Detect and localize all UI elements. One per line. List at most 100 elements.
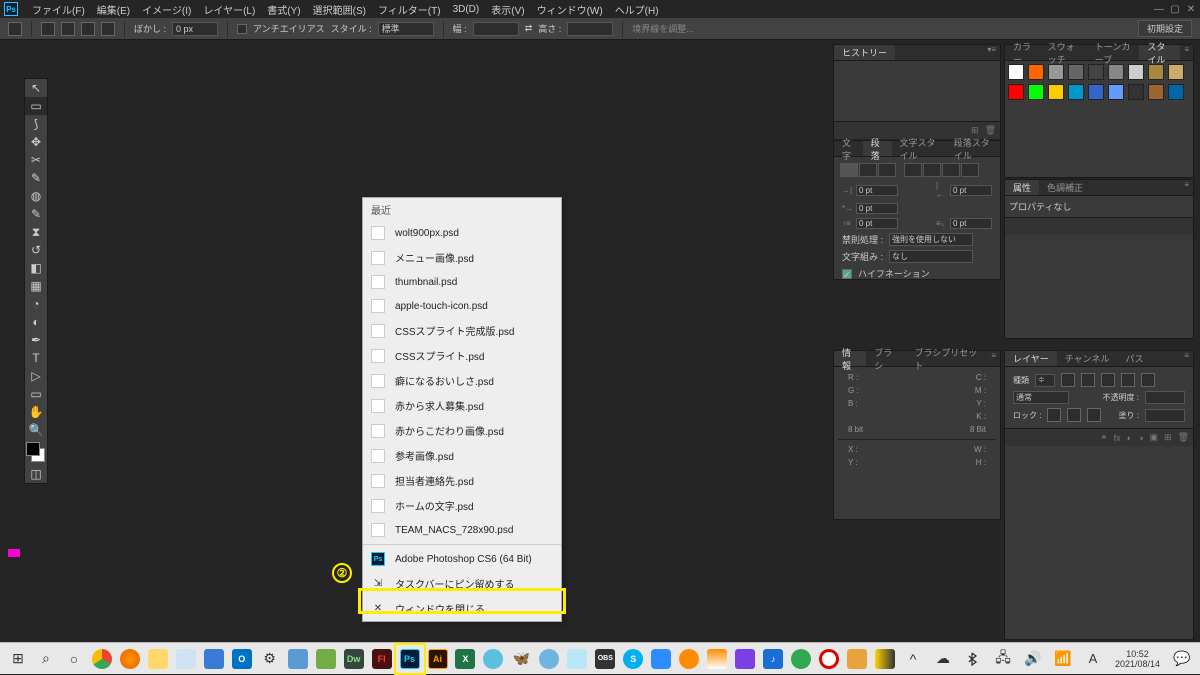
align-center-button[interactable] [859, 163, 877, 177]
layer-fx-icon[interactable]: fx [1114, 433, 1121, 443]
foreground-color-swatch[interactable] [26, 442, 40, 456]
obs-icon[interactable]: OBS [591, 645, 619, 673]
pen-tool[interactable]: ✒ [25, 331, 47, 349]
style-swatch[interactable] [1108, 84, 1124, 100]
photos-icon[interactable] [200, 645, 228, 673]
blur-tool[interactable]: ◔ [25, 295, 47, 313]
layer-link-icon[interactable]: ⚭ [1100, 432, 1108, 443]
swatches-tab[interactable]: スウォッチ [1040, 45, 1087, 60]
outlook-icon[interactable]: O [228, 645, 256, 673]
jump-list-file-item[interactable]: thumbnail.psd [363, 270, 561, 294]
excel-icon[interactable]: X [452, 645, 480, 673]
filter-pixel-icon[interactable] [1061, 373, 1075, 387]
selection-add-icon[interactable] [61, 22, 75, 36]
path-tool[interactable]: ▷ [25, 367, 47, 385]
style-swatch[interactable] [1008, 84, 1024, 100]
filter-smart-icon[interactable] [1141, 373, 1155, 387]
antialias-checkbox[interactable] [237, 24, 247, 34]
jump-list-file-item[interactable]: 赤からこだわり画像.psd [363, 418, 561, 443]
lock-pixel-icon[interactable] [1047, 408, 1061, 422]
properties-tab[interactable]: 属性 [1005, 180, 1039, 195]
app-icon-3[interactable] [479, 645, 507, 673]
zoom-tool[interactable]: 🔍 [25, 421, 47, 439]
jump-list-app-item[interactable]: Ps Adobe Photoshop CS6 (64 Bit) [363, 547, 561, 571]
clock[interactable]: 10:52 2021/08/14 [1109, 649, 1166, 669]
layer-delete-icon[interactable]: 🗑 [1178, 432, 1189, 443]
app-icon-7[interactable] [787, 645, 815, 673]
adjustments-tab[interactable]: 色調補正 [1039, 180, 1091, 195]
align-left-button[interactable] [840, 163, 858, 177]
layer-adjust-icon[interactable]: ◑ [1138, 433, 1143, 443]
kinsoku-select[interactable]: 強則を使用しない [889, 233, 973, 246]
style-select[interactable] [378, 22, 434, 36]
style-swatch[interactable] [1028, 64, 1044, 80]
gradient-tool[interactable]: ▦ [25, 277, 47, 295]
app-icon-1[interactable] [284, 645, 312, 673]
jump-list-file-item[interactable]: 担当者連絡先.psd [363, 468, 561, 493]
close-icon[interactable]: ✕ [1186, 4, 1196, 14]
align-right-button[interactable] [878, 163, 896, 177]
tray-cloud-icon[interactable]: ☁ [929, 645, 957, 673]
channels-tab[interactable]: チャンネル [1057, 351, 1118, 366]
tray-volume-icon[interactable]: 🔊 [1019, 645, 1047, 673]
style-swatch[interactable] [1168, 84, 1184, 100]
style-swatch[interactable] [1148, 84, 1164, 100]
flash-icon[interactable]: Fl [368, 645, 396, 673]
hyphen-checkbox[interactable]: ✓ [842, 269, 852, 279]
jump-list-close-item[interactable]: ✕ ウィンドウを閉じる [363, 596, 561, 621]
search-icon[interactable]: ⌕ [32, 645, 60, 673]
hand-tool[interactable]: ✋ [25, 403, 47, 421]
menu-image[interactable]: イメージ(I) [136, 0, 197, 19]
firefox-icon[interactable] [116, 645, 144, 673]
filter-adjust-icon[interactable] [1081, 373, 1095, 387]
app-icon-2[interactable] [312, 645, 340, 673]
skype-icon[interactable]: S [619, 645, 647, 673]
menu-file[interactable]: ファイル(F) [26, 0, 91, 19]
lock-position-icon[interactable] [1067, 408, 1081, 422]
zoom-icon[interactable] [647, 645, 675, 673]
workspace-button[interactable]: 初期設定 [1138, 20, 1192, 37]
panel-menu-icon[interactable]: ≡ [1180, 45, 1193, 60]
style-swatch[interactable] [1088, 84, 1104, 100]
ime-indicator[interactable]: A [1079, 645, 1107, 673]
shape-tool[interactable]: ▭ [25, 385, 47, 403]
marquee-tool[interactable]: ▭ [25, 97, 47, 115]
tray-chevron-icon[interactable]: ^ [899, 645, 927, 673]
menu-3d[interactable]: 3D(D) [447, 2, 486, 17]
app-icon-6[interactable] [731, 645, 759, 673]
vlc-icon[interactable] [703, 645, 731, 673]
style-swatch[interactable] [1048, 64, 1064, 80]
chrome-icon[interactable] [88, 645, 116, 673]
fill-select[interactable] [1145, 409, 1185, 422]
cortana-icon[interactable]: ○ [60, 645, 88, 673]
panel-menu-icon[interactable]: ▾≡ [983, 45, 1000, 60]
jump-list-file-item[interactable]: 赤から求人募集.psd [363, 393, 561, 418]
lasso-tool[interactable]: ⟆ [25, 115, 47, 133]
style-swatch[interactable] [1068, 84, 1084, 100]
app-icon-9[interactable] [871, 645, 899, 673]
menu-layer[interactable]: レイヤー(L) [197, 0, 261, 19]
space-after-input[interactable] [950, 218, 992, 229]
filter-shape-icon[interactable] [1121, 373, 1135, 387]
butterfly-icon[interactable]: 🦋 [507, 645, 535, 673]
maximize-icon[interactable]: ▢ [1170, 4, 1180, 14]
brush-tab[interactable]: ブラシ [866, 351, 906, 366]
style-swatch[interactable] [1128, 84, 1144, 100]
jump-list-file-item[interactable]: CSSスプライト.psd [363, 343, 561, 368]
style-swatch[interactable] [1128, 64, 1144, 80]
brush-preset-tab[interactable]: ブラシプリセット [906, 351, 987, 366]
jump-list-file-item[interactable]: TEAM_NACS_728x90.psd [363, 518, 561, 542]
color-swatches[interactable] [25, 441, 47, 465]
layer-group-icon[interactable]: ▣ [1150, 432, 1159, 443]
char-tab[interactable]: 文字 [834, 141, 863, 156]
quick-select-tool[interactable]: ✥ [25, 133, 47, 151]
history-new-icon[interactable]: ⊞ [971, 125, 979, 136]
history-delete-icon[interactable]: 🗑 [985, 125, 996, 136]
minimize-icon[interactable]: — [1154, 4, 1164, 14]
music-icon[interactable]: ♪ [759, 645, 787, 673]
width-input[interactable] [473, 22, 519, 36]
char-style-tab[interactable]: 文字スタイル [892, 141, 946, 156]
quickmask-tool[interactable]: ◫ [25, 465, 47, 483]
history-tab[interactable]: ヒストリー [834, 45, 895, 60]
menu-help[interactable]: ヘルプ(H) [609, 0, 665, 19]
